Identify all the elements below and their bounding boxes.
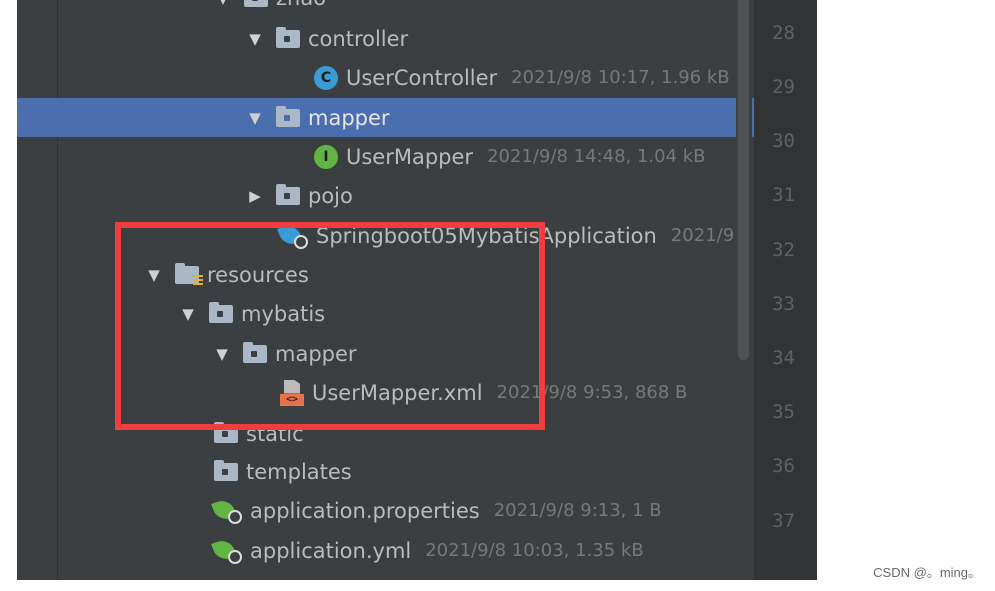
node-meta: 2021/9/8 9:13, 1 B	[493, 500, 662, 521]
java-interface-icon: I	[314, 144, 338, 169]
tree-node-controller[interactable]: ▼ controller	[17, 19, 817, 58]
node-label: mapper	[308, 105, 390, 130]
line-number: 32	[772, 239, 795, 261]
line-number: 35	[772, 401, 795, 423]
watermark: CSDN @。ming。	[873, 565, 981, 580]
expand-arrow-icon[interactable]: ▼	[246, 109, 264, 127]
line-number: 36	[772, 455, 795, 477]
tree-node-pojo[interactable]: ▶ pojo	[17, 176, 817, 215]
tree-node-application-yml[interactable]: application.yml 2021/9/8 10:03, 1.35 kB	[17, 531, 817, 570]
scrollbar-thumb[interactable]	[738, 0, 749, 360]
tree-node-templates[interactable]: templates	[17, 452, 817, 491]
tree-node-user-controller[interactable]: C UserController 2021/9/8 10:17, 1.96 kB	[17, 58, 817, 97]
node-meta: 2021/9/8 14:48, 1.04 kB	[487, 146, 706, 167]
editor-line-gutter: 28 29 30 31 32 33 34 35 36 37	[754, 0, 817, 580]
line-number: 28	[772, 22, 795, 44]
node-label: zhao	[276, 0, 326, 10]
folder-icon	[276, 26, 300, 48]
spring-config-icon	[211, 496, 242, 524]
collapse-arrow-icon[interactable]: ▶	[246, 187, 264, 205]
node-label: pojo	[308, 183, 353, 208]
spring-config-icon	[211, 536, 242, 564]
expand-arrow-icon[interactable]: ▼	[214, 0, 232, 7]
folder-icon	[276, 105, 300, 127]
node-label: templates	[246, 459, 352, 484]
folder-icon	[214, 459, 238, 481]
node-label: controller	[308, 26, 409, 51]
node-meta: 2021/9	[670, 225, 735, 246]
java-class-icon: C	[314, 65, 338, 90]
line-number: 29	[772, 76, 795, 98]
node-label: application.yml	[250, 538, 412, 563]
tree-node-zhao[interactable]: ▼ zhao	[17, 0, 817, 17]
line-number: 37	[772, 510, 795, 532]
red-highlight-annotation	[115, 222, 545, 430]
tree-node-mapper-selected[interactable]: ▼ mapper	[17, 98, 817, 137]
line-number: 33	[772, 293, 795, 315]
folder-icon	[276, 183, 300, 205]
line-number: 31	[772, 184, 795, 206]
tree-node-user-mapper[interactable]: I UserMapper 2021/9/8 14:48, 1.04 kB	[17, 137, 817, 176]
folder-icon	[244, 0, 268, 7]
node-meta: 2021/9/8 10:17, 1.96 kB	[511, 67, 730, 88]
line-number: 34	[772, 347, 795, 369]
node-label: UserMapper	[346, 144, 474, 169]
node-label: application.properties	[250, 498, 480, 523]
tree-node-application-properties[interactable]: application.properties 2021/9/8 9:13, 1 …	[17, 491, 817, 530]
expand-arrow-icon[interactable]: ▼	[246, 30, 264, 48]
line-number: 30	[772, 130, 795, 152]
node-meta: 2021/9/8 10:03, 1.35 kB	[425, 540, 644, 561]
node-label: UserController	[346, 65, 498, 90]
